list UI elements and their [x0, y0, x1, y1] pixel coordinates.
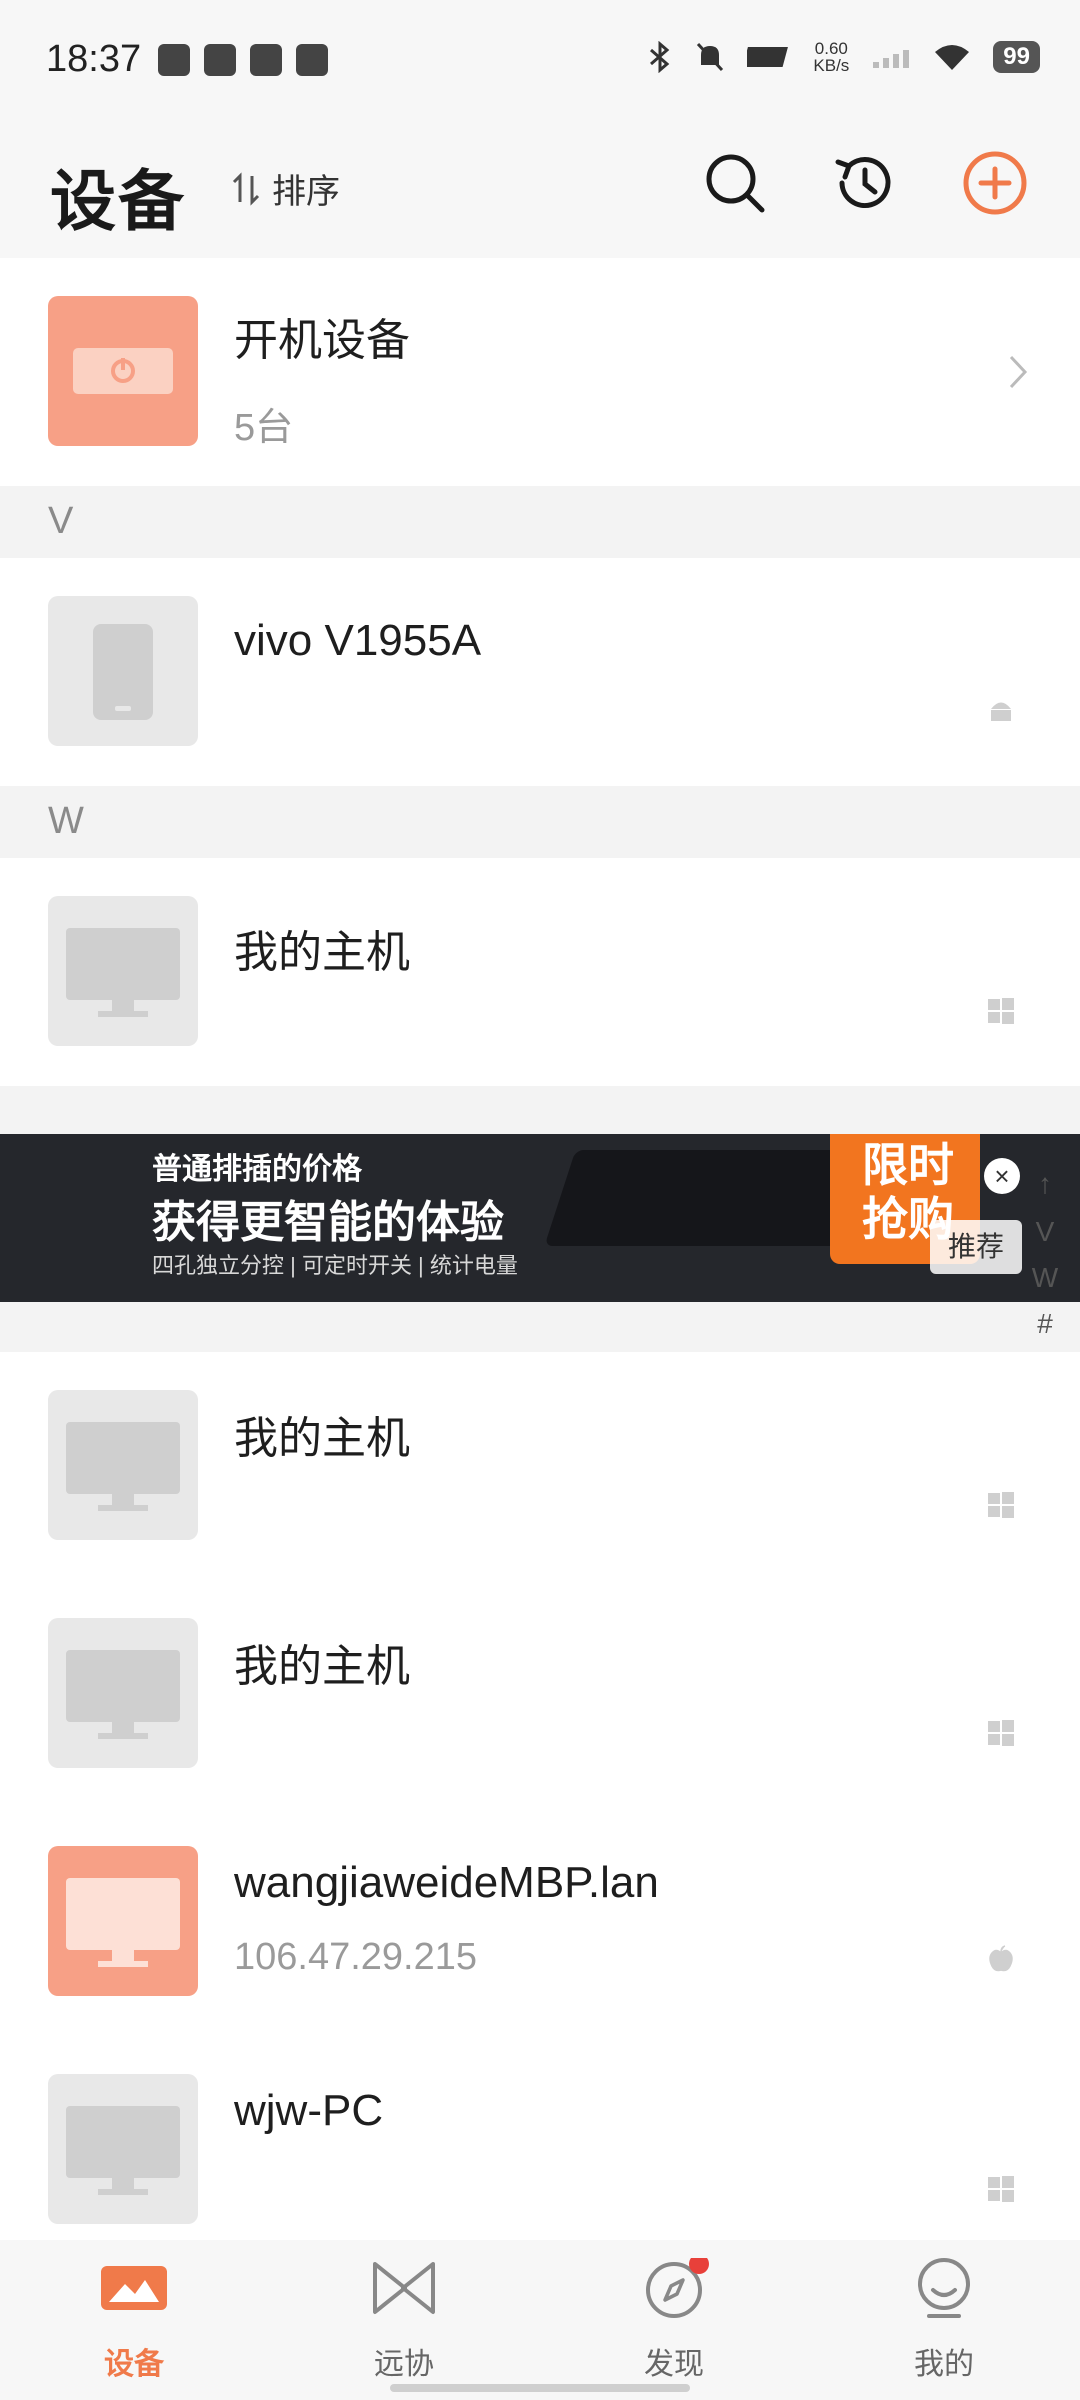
signal-icon — [873, 50, 910, 68]
banner-line2: 获得更智能的体验 — [152, 1198, 504, 1247]
notification-icons — [158, 44, 328, 76]
sort-button[interactable]: 排序 — [232, 164, 340, 213]
app-icon — [250, 44, 282, 76]
chevron-right-icon — [1009, 355, 1028, 389]
nav-label: 我的 — [914, 2348, 974, 2381]
device-row[interactable]: wangjiaweideMBP.lan 106.47.29.215 — [0, 1808, 1080, 2036]
power-icon — [73, 348, 173, 394]
search-icon[interactable] — [700, 148, 770, 218]
nav-label: 设备 — [104, 2348, 164, 2381]
monitor-icon — [66, 928, 180, 1017]
nav-label: 发现 — [644, 2348, 704, 2381]
net-speed-value: 0.60 — [814, 39, 848, 58]
history-icon[interactable] — [830, 148, 900, 218]
windows-icon — [988, 1492, 1014, 1518]
bluetooth-icon — [650, 41, 670, 73]
device-row[interactable]: vivo V1955A — [0, 558, 1080, 786]
device-thumb — [48, 596, 198, 746]
spacer — [0, 1086, 1080, 1134]
power-thumb — [48, 296, 198, 446]
status-time: 18:37 — [46, 38, 142, 80]
device-ip: 106.47.29.215 — [234, 1936, 478, 1978]
index-letter-hash[interactable]: # — [1030, 1308, 1060, 1340]
banner-line1: 普通排插的价格 — [152, 1153, 362, 1186]
profile-icon — [918, 2258, 970, 2318]
monitor-icon — [66, 1650, 180, 1739]
section-letter: V — [48, 500, 74, 542]
nav-devices[interactable]: 设备 — [44, 2258, 224, 2383]
spacer — [0, 1302, 1080, 1352]
close-icon[interactable]: × — [984, 1158, 1020, 1194]
net-speed-unit: KB/s — [813, 56, 850, 75]
power-devices-row[interactable]: 开机设备 5台 — [0, 258, 1080, 486]
telegram-icon — [296, 44, 328, 76]
device-thumb — [48, 1618, 198, 1768]
app-icon — [204, 44, 236, 76]
add-icon[interactable] — [960, 148, 1030, 218]
section-header-v: V — [0, 486, 1080, 558]
monitor-icon — [66, 1878, 180, 1967]
device-row[interactable]: 我的主机 — [0, 858, 1080, 1086]
banner-line3: 四孔独立分控 | 可定时开关 | 统计电量 — [152, 1253, 518, 1278]
nav-profile[interactable]: 我的 — [854, 2258, 1034, 2383]
index-letter-v[interactable]: V — [1030, 1216, 1060, 1248]
device-thumb — [48, 1846, 198, 1996]
device-thumb — [48, 896, 198, 1046]
nav-remote-assist[interactable]: 远协 — [314, 2258, 494, 2383]
mute-icon — [697, 42, 724, 72]
device-name: wjw-PC — [234, 2086, 384, 2135]
phone-icon — [93, 624, 153, 720]
sort-icon — [232, 171, 260, 206]
nav-discover[interactable]: 发现 — [584, 2254, 764, 2383]
section-letter: W — [48, 800, 84, 842]
device-name: 我的主机 — [234, 1642, 410, 1691]
section-header-w: W — [0, 786, 1080, 858]
windows-icon — [988, 998, 1014, 1024]
device-thumb — [48, 2074, 198, 2224]
volte-icon — [747, 47, 789, 67]
monitor-icon — [66, 1422, 180, 1511]
apple-icon — [989, 1945, 1013, 1972]
wifi-icon — [935, 45, 970, 70]
device-row[interactable]: 我的主机 — [0, 1580, 1080, 1808]
remote-assist-icon — [373, 2262, 435, 2314]
battery-indicator: 99 — [993, 41, 1040, 73]
network-speed: 0.60 KB/s — [813, 40, 849, 74]
device-row[interactable]: 我的主机 — [0, 1352, 1080, 1580]
device-row[interactable]: wjw-PC — [0, 2036, 1080, 2240]
nav-label: 远协 — [374, 2348, 434, 2381]
page-title: 设备 — [50, 164, 186, 238]
power-group-count: 5台 — [234, 407, 294, 449]
home-indicator[interactable] — [390, 2384, 690, 2392]
android-icon — [991, 702, 1011, 721]
device-thumb — [48, 1390, 198, 1540]
index-letter-w[interactable]: W — [1030, 1262, 1060, 1294]
devices-icon — [101, 2266, 167, 2310]
device-name: 我的主机 — [234, 1414, 410, 1463]
ad-tag: 推荐 — [930, 1220, 1022, 1274]
windows-icon — [988, 2176, 1014, 2202]
compass-icon — [646, 2254, 709, 2318]
status-right: 0.60 KB/s 99 — [647, 40, 1040, 74]
windows-icon — [988, 1720, 1014, 1746]
sort-label: 排序 — [272, 173, 340, 211]
device-name: wangjiaweideMBP.lan — [234, 1858, 659, 1907]
device-name: 我的主机 — [234, 928, 410, 977]
monitor-icon — [66, 2106, 180, 2195]
weibo-icon — [158, 44, 190, 76]
power-strip-image — [544, 1150, 876, 1246]
index-top[interactable]: ↑ — [1030, 1168, 1060, 1200]
device-name: vivo V1955A — [234, 616, 482, 665]
power-group-title: 开机设备 — [234, 316, 410, 365]
